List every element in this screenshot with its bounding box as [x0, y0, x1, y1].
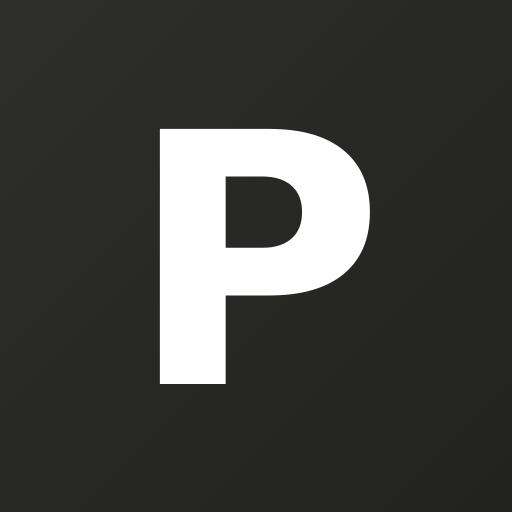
app-icon-tile: P: [0, 0, 512, 512]
letter-p-glyph: P: [0, 0, 512, 512]
letter-p-svg: P: [128, 59, 385, 467]
letter-p-text: P: [128, 59, 385, 467]
